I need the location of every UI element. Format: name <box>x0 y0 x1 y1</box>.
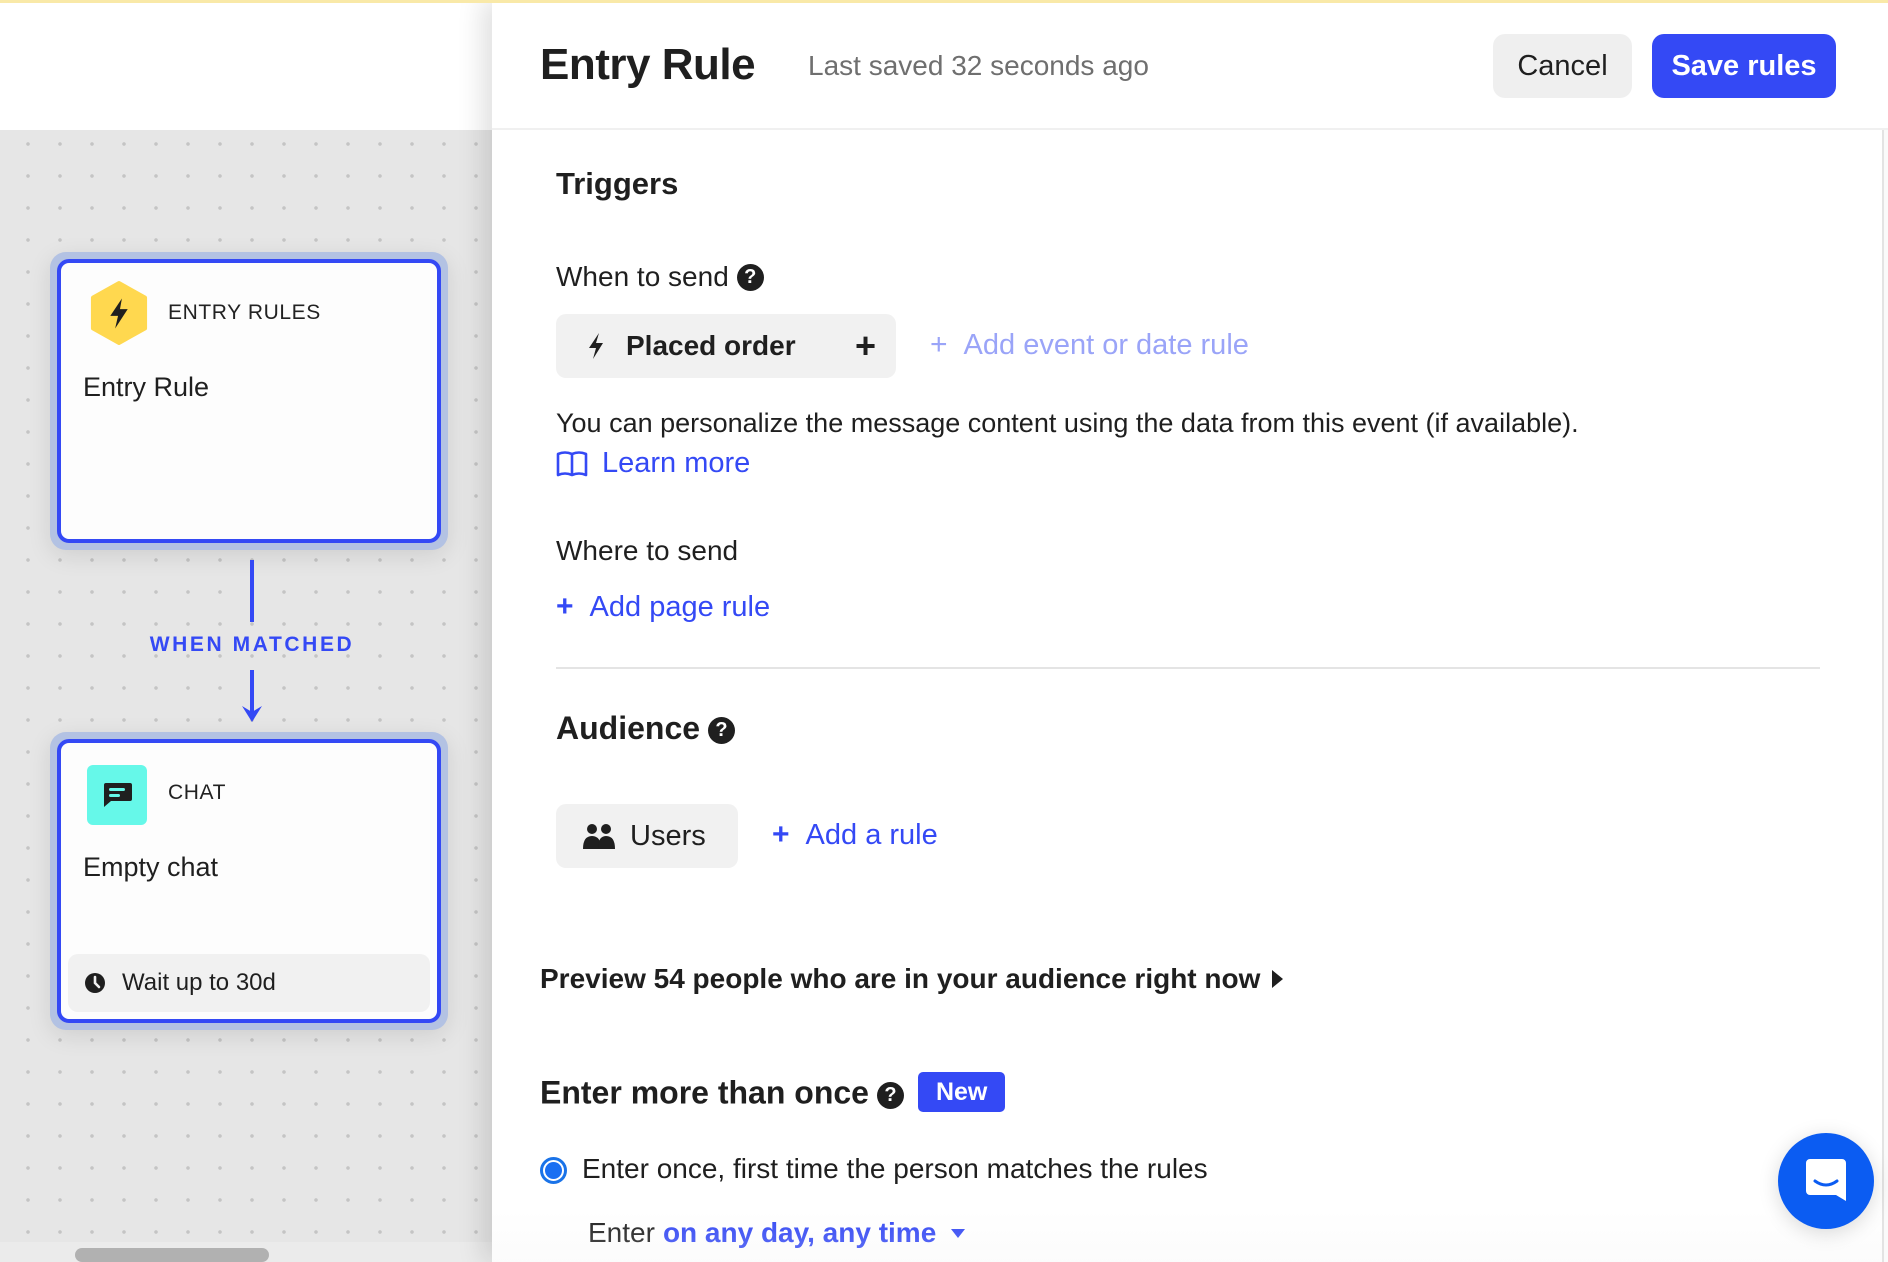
save-rules-button[interactable]: Save rules <box>1652 34 1836 98</box>
add-a-rule-label: Add a rule <box>805 818 938 851</box>
audience-heading: Audience? <box>556 710 736 747</box>
wait-duration-label: Wait up to 30d <box>122 969 276 996</box>
node-title: Empty chat <box>83 852 219 882</box>
placed-order-event-chip[interactable]: Placed order + <box>556 314 896 378</box>
learn-more-label: Learn more <box>602 447 751 479</box>
users-icon <box>583 824 615 849</box>
triggers-heading: Triggers <box>556 166 679 201</box>
learn-more-link[interactable]: Learn more <box>556 447 750 480</box>
schedule-dropdown[interactable]: on any day, any time <box>663 1217 966 1249</box>
panel-header: Entry Rule Last saved 32 seconds ago Can… <box>492 0 1888 130</box>
enter-more-than-once-heading: Enter more than once? New <box>540 1072 1006 1112</box>
panel-vertical-scrollbar[interactable] <box>1882 130 1888 1262</box>
help-icon[interactable]: ? <box>876 1081 904 1109</box>
book-icon <box>556 450 588 476</box>
users-audience-chip[interactable]: Users <box>556 804 738 868</box>
enter-once-radio[interactable] <box>540 1157 567 1184</box>
when-matched-label: WHEN MATCHED <box>149 633 355 656</box>
where-to-send-label: Where to send <box>556 535 739 566</box>
node-title: Entry Rule <box>83 372 210 402</box>
top-accent-line <box>0 0 1888 3</box>
add-filter-plus-icon[interactable]: + <box>855 325 876 367</box>
canvas-scrollbar-thumb[interactable] <box>75 1248 269 1262</box>
event-name: Placed order <box>626 330 796 361</box>
chevron-down-icon <box>951 1229 966 1238</box>
arrow-down-icon <box>242 706 262 722</box>
cancel-button[interactable]: Cancel <box>1493 34 1632 98</box>
radio-selected-dot <box>545 1162 562 1179</box>
plus-icon: + <box>772 818 790 851</box>
wait-duration[interactable]: Wait up to 30d <box>68 954 430 1012</box>
entry-rules-node[interactable]: ENTRY RULES Entry Rule <box>50 252 448 550</box>
schedule-value: on any day, any time <box>662 1217 937 1248</box>
messenger-chat-icon <box>1806 1159 1846 1201</box>
panel-title: Entry Rule <box>540 40 756 89</box>
lightning-icon <box>589 333 603 359</box>
chat-node[interactable]: CHAT Empty chat Wait up to 30d <box>50 732 448 1030</box>
enter-more-heading-text: Enter more than once <box>540 1074 869 1111</box>
preview-audience-label: Preview 54 people who are in your audien… <box>540 963 1261 994</box>
node-type-label: ENTRY RULES <box>168 301 321 324</box>
enter-schedule-row: Enter on any day, any time <box>588 1217 966 1249</box>
add-page-rule-link[interactable]: + Add page rule <box>556 590 770 624</box>
when-to-send-label: When to send? <box>556 261 764 293</box>
preview-audience-toggle[interactable]: Preview 54 people who are in your audien… <box>540 963 1284 995</box>
new-badge: New <box>917 1072 1006 1112</box>
help-icon[interactable]: ? <box>736 264 764 291</box>
add-a-rule-link[interactable]: + Add a rule <box>772 818 938 852</box>
when-to-send-text: When to send <box>556 261 729 292</box>
personalize-description: You can personalize the message content … <box>556 408 1579 438</box>
plus-icon: + <box>556 590 574 623</box>
add-page-rule-label: Add page rule <box>589 590 771 623</box>
enter-once-option-label[interactable]: Enter once, first time the person matche… <box>582 1153 1208 1185</box>
help-icon[interactable]: ? <box>708 717 736 744</box>
add-event-label: Add event or date rule <box>963 328 1249 361</box>
clock-icon <box>85 973 105 993</box>
plus-icon: + <box>930 328 948 361</box>
users-label: Users <box>630 819 706 852</box>
audience-heading-text: Audience <box>556 710 701 746</box>
enter-prefix: Enter <box>588 1217 655 1248</box>
add-event-or-date-rule-link[interactable]: + Add event or date rule <box>930 328 1249 362</box>
lightning-icon <box>89 281 149 345</box>
messenger-launcher-button[interactable] <box>1778 1133 1874 1229</box>
section-divider <box>556 667 1820 669</box>
chat-bubble-icon <box>87 765 147 825</box>
node-type-label: CHAT <box>168 781 227 804</box>
last-saved-status: Last saved 32 seconds ago <box>808 50 1149 81</box>
canvas-header <box>0 0 492 130</box>
caret-right-icon <box>1272 970 1284 988</box>
connector-line-top <box>250 560 254 622</box>
